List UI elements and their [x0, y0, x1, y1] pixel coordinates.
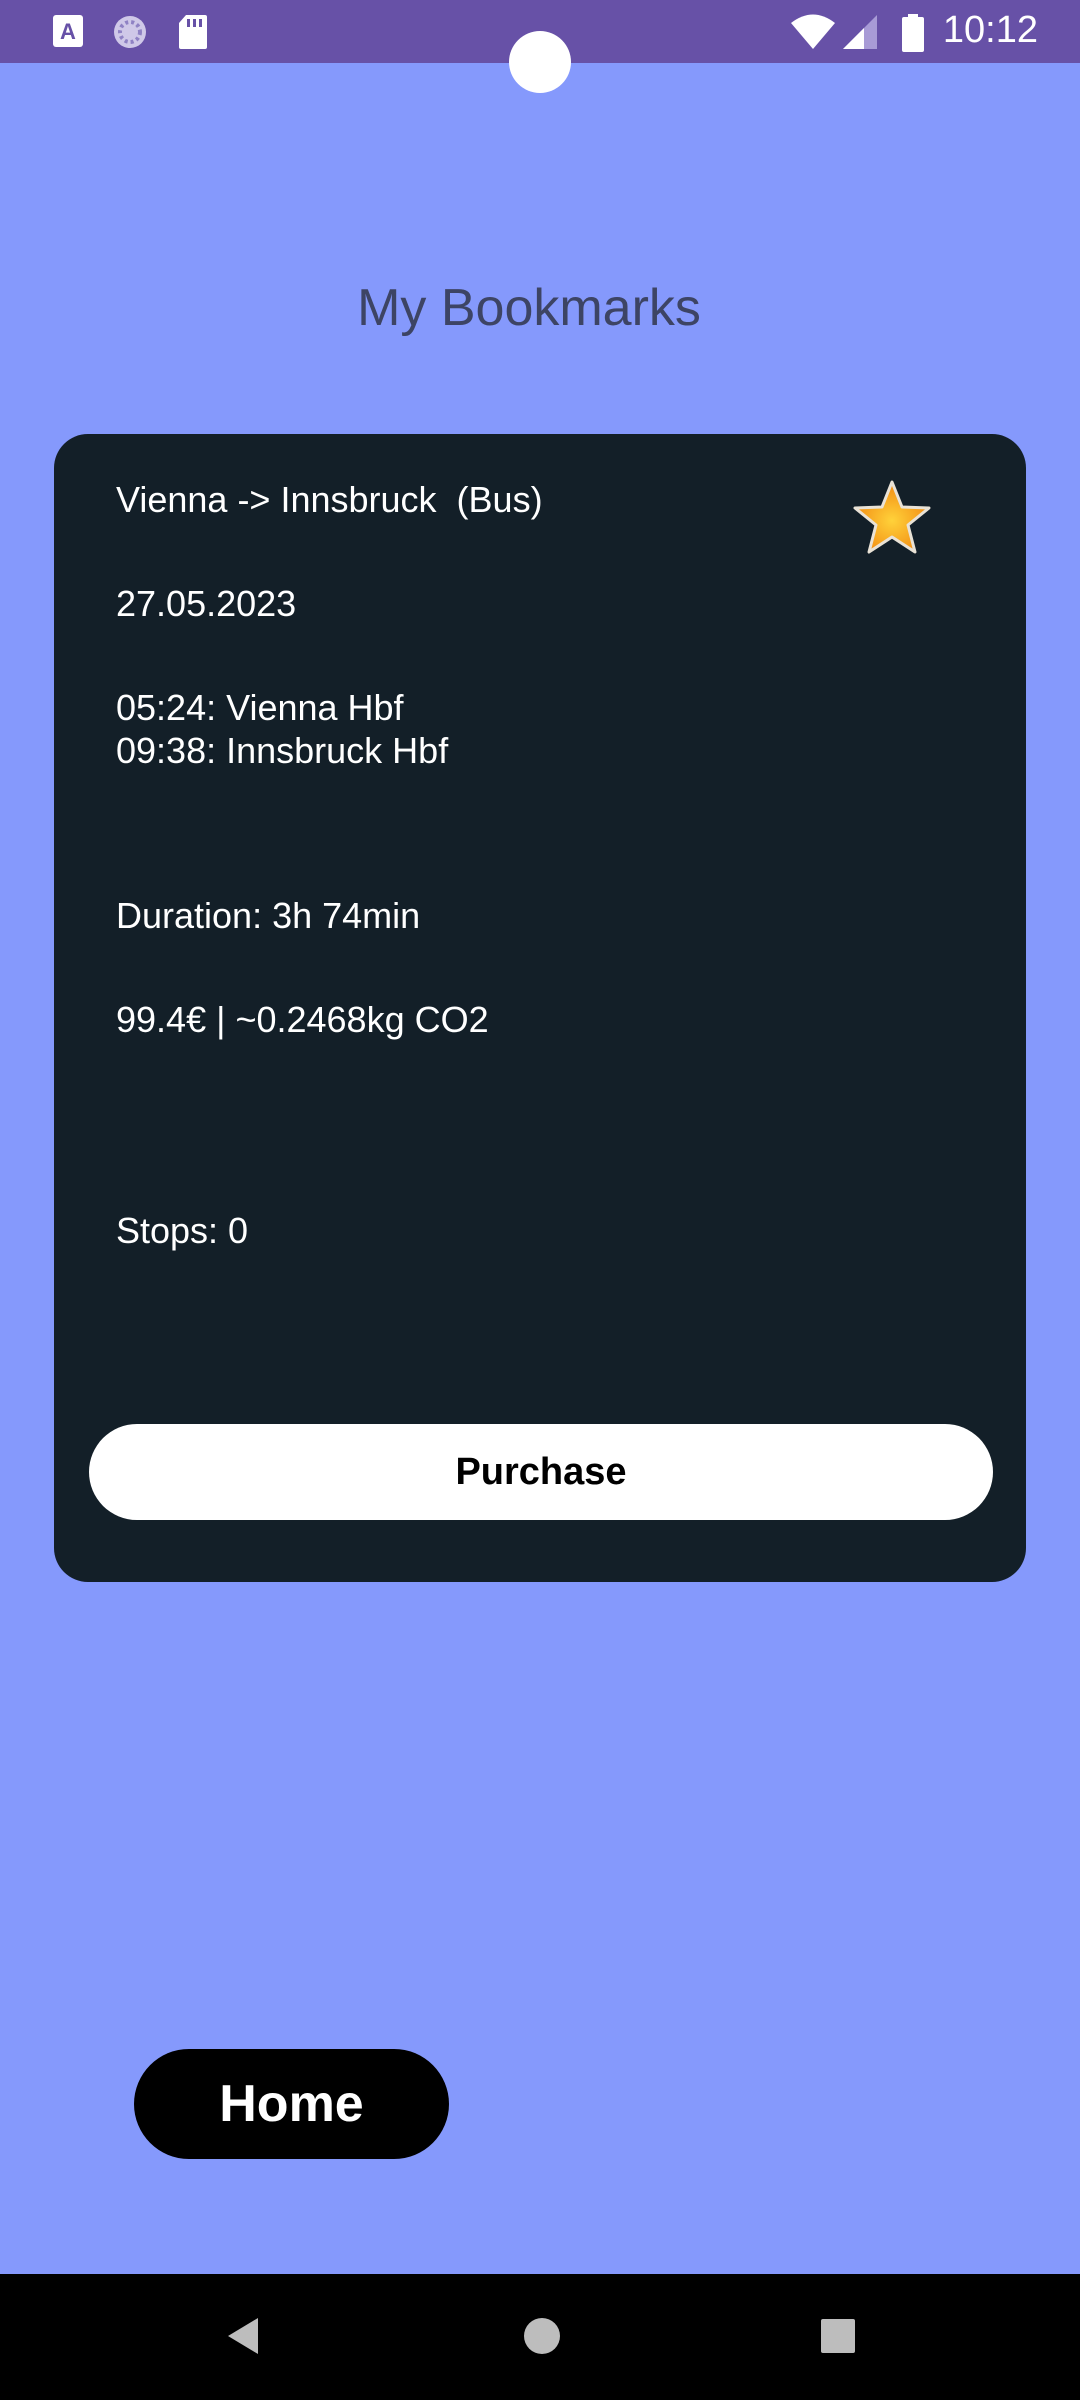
wifi-icon: [790, 14, 836, 55]
home-circle-icon[interactable]: [518, 2312, 566, 2365]
status-time: 10:12: [942, 9, 1038, 51]
stops-label: Stops: 0: [116, 1210, 249, 1251]
purchase-button[interactable]: Purchase: [89, 1424, 993, 1520]
sd-card-icon: [178, 14, 208, 55]
route-label: Vienna -> Innsbruck (Bus): [116, 479, 543, 520]
navigation-bar: [0, 2274, 1080, 2400]
star-icon: [853, 480, 931, 554]
departure-time: 05:24: Vienna Hbf: [116, 687, 404, 728]
arrival-time: 09:38: Innsbruck Hbf: [116, 730, 449, 771]
travel-date: 27.05.2023: [116, 583, 297, 624]
camera-cutout: [509, 31, 571, 93]
bookmark-star-button[interactable]: [852, 478, 932, 558]
bookmark-card: Vienna -> Innsbruck (Bus) 27.05.2023 05:…: [54, 434, 1026, 1582]
price-co2-label: 99.4€ | ~0.2468kg CO2: [116, 999, 489, 1040]
home-button[interactable]: Home: [134, 2049, 449, 2159]
sync-spinner-icon: [112, 14, 148, 55]
battery-icon: [902, 14, 924, 57]
svg-text:A: A: [60, 19, 76, 44]
back-icon[interactable]: [222, 2312, 264, 2365]
duration-label: Duration: 3h 74min: [116, 895, 421, 936]
page-title: My Bookmarks: [357, 279, 701, 337]
keyboard-a-icon: A: [52, 14, 84, 53]
recents-icon[interactable]: [814, 2312, 862, 2365]
cell-signal-icon: [842, 14, 878, 55]
